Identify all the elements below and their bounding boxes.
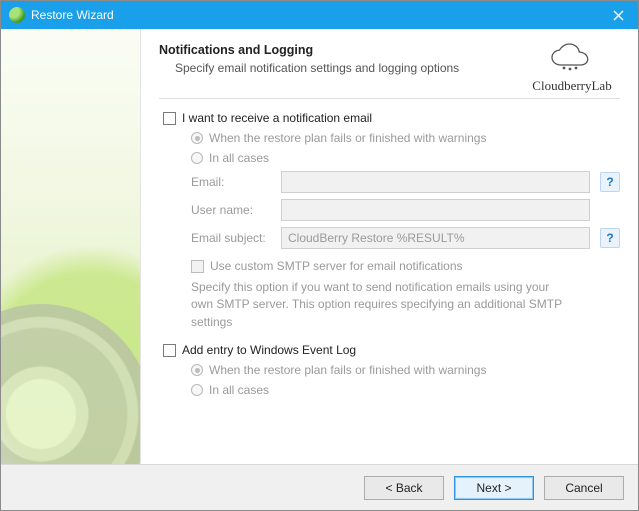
eventlog-radio-fail[interactable]: When the restore plan fails or finished … xyxy=(191,363,620,377)
notify-radio-fail[interactable]: When the restore plan fails or finished … xyxy=(191,131,620,145)
help-email-button[interactable]: ? xyxy=(600,172,620,192)
back-button[interactable]: < Back xyxy=(364,476,444,500)
cloud-icon xyxy=(547,43,597,73)
checkbox-icon xyxy=(191,260,204,273)
next-button[interactable]: Next > xyxy=(454,476,534,500)
notify-radio-all-label: In all cases xyxy=(209,151,269,165)
eventlog-radio-all[interactable]: In all cases xyxy=(191,383,620,397)
checkbox-icon xyxy=(163,112,176,125)
page-title: Notifications and Logging xyxy=(159,43,524,57)
brand-text: CloudberryLab xyxy=(524,78,620,94)
notify-email-checkbox[interactable]: I want to receive a notification email xyxy=(163,111,620,125)
notify-email-label: I want to receive a notification email xyxy=(182,111,372,125)
help-subject-button[interactable]: ? xyxy=(600,228,620,248)
sidebar-art xyxy=(1,29,141,464)
divider xyxy=(159,98,620,99)
smtp-checkbox[interactable]: Use custom SMTP server for email notific… xyxy=(191,259,620,273)
email-label: Email: xyxy=(191,175,271,189)
app-icon xyxy=(9,7,25,23)
footer: < Back Next > Cancel xyxy=(1,464,638,510)
username-label: User name: xyxy=(191,203,271,217)
titlebar: Restore Wizard xyxy=(1,1,638,29)
smtp-note: Specify this option if you want to send … xyxy=(191,279,571,331)
eventlog-radio-all-label: In all cases xyxy=(209,383,269,397)
radio-icon xyxy=(191,152,203,164)
subject-field[interactable] xyxy=(281,227,590,249)
username-field[interactable] xyxy=(281,199,590,221)
page-subtitle: Specify email notification settings and … xyxy=(175,61,524,75)
eventlog-label: Add entry to Windows Event Log xyxy=(182,343,356,357)
close-icon xyxy=(613,10,624,21)
brand-logo: CloudberryLab xyxy=(524,43,620,94)
content: Notifications and Logging Specify email … xyxy=(1,29,638,464)
checkbox-icon xyxy=(163,344,176,357)
close-button[interactable] xyxy=(598,1,638,29)
eventlog-checkbox[interactable]: Add entry to Windows Event Log xyxy=(163,343,620,357)
radio-icon xyxy=(191,364,203,376)
window-title: Restore Wizard xyxy=(31,8,598,22)
email-field[interactable] xyxy=(281,171,590,193)
cancel-button[interactable]: Cancel xyxy=(544,476,624,500)
eventlog-radio-fail-label: When the restore plan fails or finished … xyxy=(209,363,486,377)
radio-icon xyxy=(191,384,203,396)
notify-radio-fail-label: When the restore plan fails or finished … xyxy=(209,131,486,145)
radio-icon xyxy=(191,132,203,144)
subject-label: Email subject: xyxy=(191,231,271,245)
main-panel: Notifications and Logging Specify email … xyxy=(141,29,638,464)
notify-radio-all[interactable]: In all cases xyxy=(191,151,620,165)
smtp-label: Use custom SMTP server for email notific… xyxy=(210,259,463,273)
